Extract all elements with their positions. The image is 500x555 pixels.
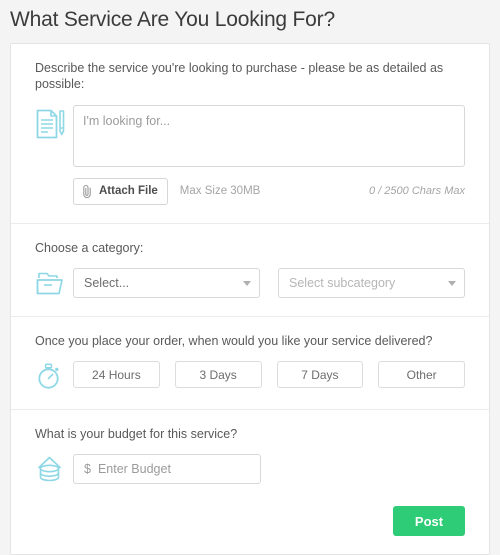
delivery-section: Once you place your order, when would yo…: [11, 317, 489, 410]
describe-prompt: Describe the service you're looking to p…: [35, 61, 444, 92]
subcategory-select-value: Select subcategory: [289, 275, 396, 290]
category-section: Choose a category: Select... Select subc…: [11, 224, 489, 317]
budget-input[interactable]: $ Enter Budget: [73, 454, 261, 485]
page-title: What Service Are You Looking For?: [10, 8, 335, 31]
delivery-option-3-days[interactable]: 3 Days: [174, 361, 262, 388]
post-button[interactable]: Post: [393, 506, 465, 537]
chevron-down-icon: [448, 280, 456, 286]
currency-symbol: $: [84, 462, 91, 477]
describe-section: Describe the service you're looking to p…: [11, 44, 489, 224]
folder-icon: [35, 268, 73, 298]
coins-icon: [35, 454, 73, 484]
delivery-prompt: Once you place your order, when would yo…: [35, 333, 433, 348]
attach-file-button[interactable]: Attach File: [73, 177, 168, 205]
stopwatch-icon: [35, 361, 73, 391]
budget-placeholder: Enter Budget: [97, 462, 171, 477]
delivery-option-7-days[interactable]: 7 Days: [276, 361, 364, 388]
attach-file-label: Attach File: [99, 185, 158, 197]
category-select-value: Select...: [84, 275, 130, 290]
subcategory-select[interactable]: Select subcategory: [278, 267, 465, 298]
service-description-input[interactable]: I'm looking for...: [73, 104, 465, 167]
char-counter: 0 / 2500 Chars Max: [369, 185, 465, 197]
delivery-option-24-hours[interactable]: 24 Hours: [73, 361, 160, 388]
service-request-card: Describe the service you're looking to p…: [10, 43, 490, 555]
category-select[interactable]: Select...: [73, 267, 260, 298]
chevron-down-icon: [243, 280, 251, 286]
delivery-option-other[interactable]: Other: [378, 361, 465, 388]
max-size-note: Max Size 30MB: [179, 185, 261, 197]
category-prompt: Choose a category:: [35, 240, 144, 255]
document-pen-icon: [35, 105, 73, 141]
budget-section: What is your budget for this service? $ …: [11, 410, 489, 494]
card-footer: Post: [11, 494, 489, 554]
budget-prompt: What is your budget for this service?: [35, 427, 238, 441]
delivery-options: 24 Hours 3 Days 7 Days Other: [73, 361, 465, 388]
paperclip-icon: [82, 184, 93, 199]
